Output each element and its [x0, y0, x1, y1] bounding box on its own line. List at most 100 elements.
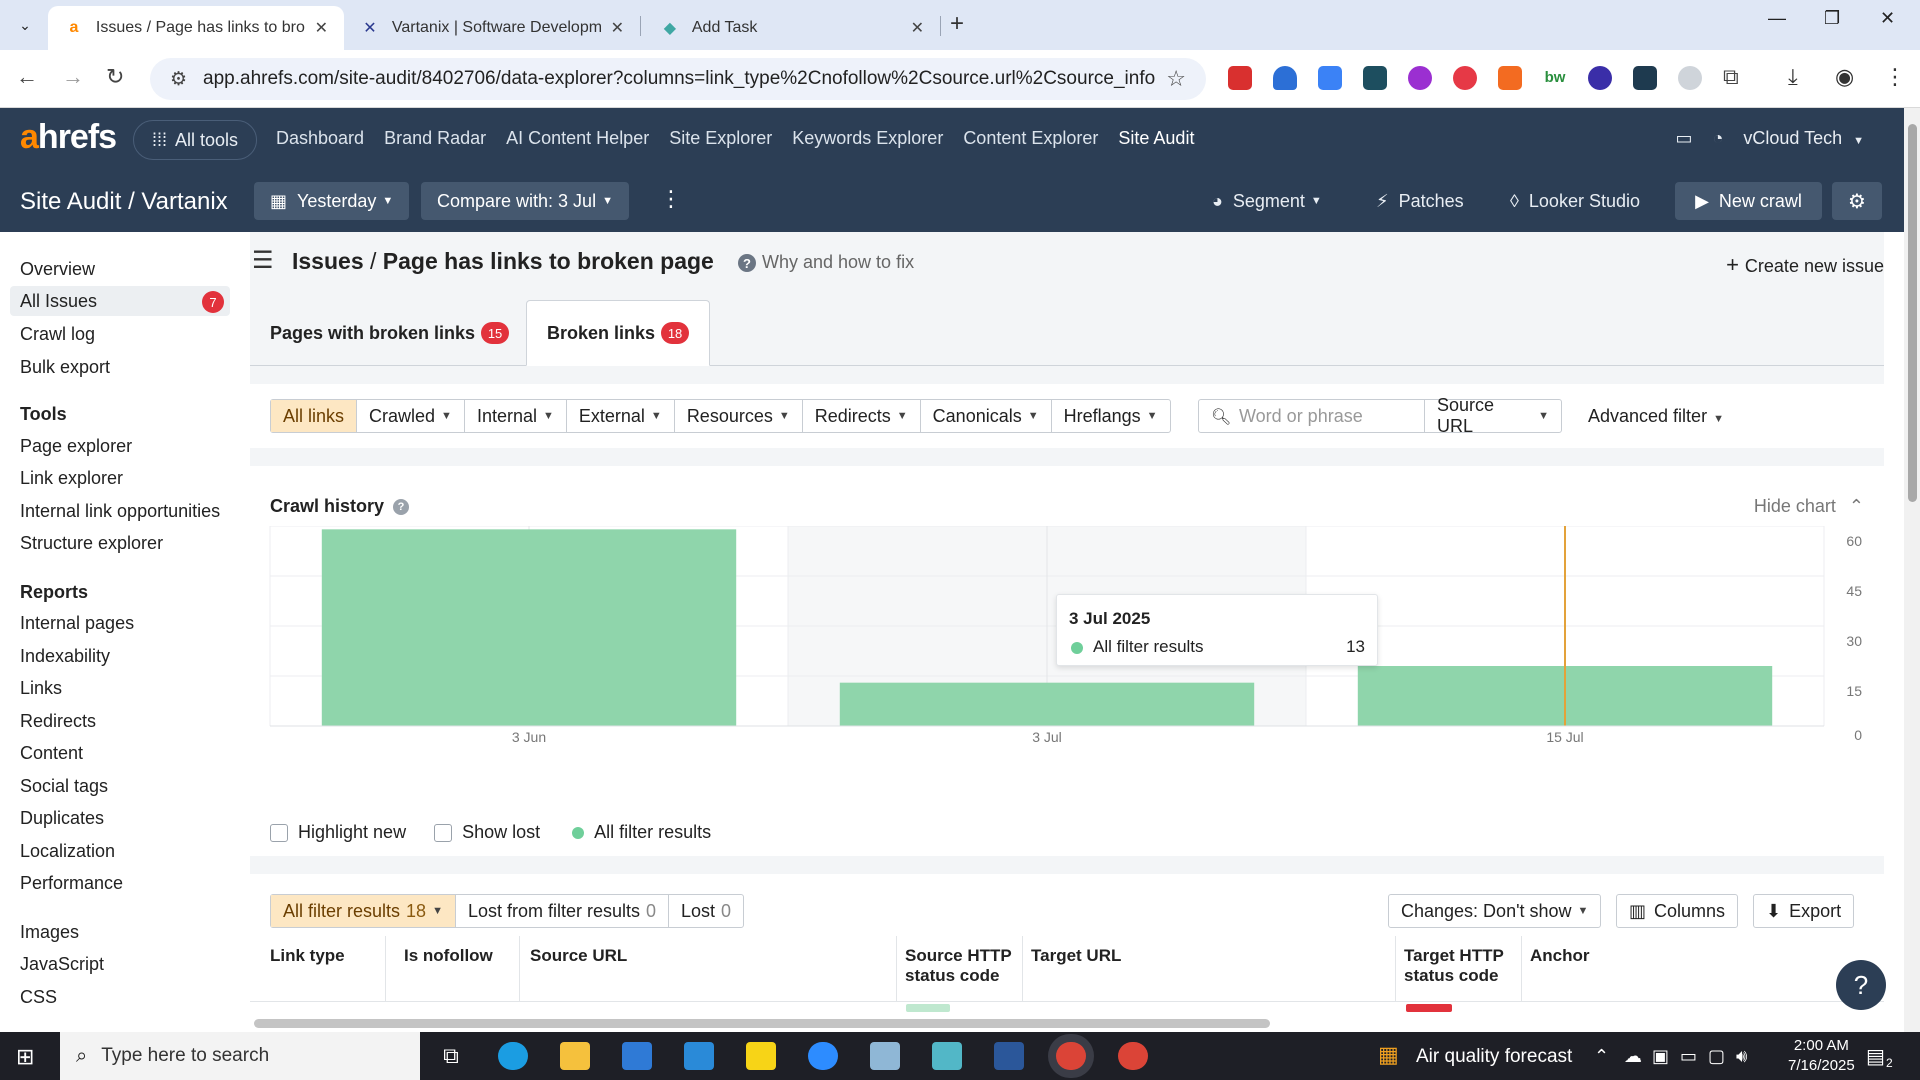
sidebar-item-css[interactable]: CSS [10, 982, 230, 1012]
compare-selector[interactable]: Compare with: 3 Jul ▼ [421, 182, 629, 220]
horizontal-scrollbar[interactable] [254, 1019, 1270, 1028]
sticky-notes-icon[interactable] [746, 1042, 776, 1070]
sidebar-item-internal-link-opportunities[interactable]: Internal link opportunities [10, 496, 230, 526]
extensions-puzzle-icon[interactable]: ⧉ [1723, 66, 1747, 90]
search-input[interactable] [1199, 400, 1425, 432]
color-extension-icon[interactable] [1408, 66, 1432, 90]
sidebar-item-bulk-export[interactable]: Bulk export [10, 352, 230, 382]
back-icon[interactable]: ← [16, 64, 38, 90]
help-chat-button[interactable]: ? [1836, 960, 1886, 1010]
react-extension-icon[interactable] [1633, 66, 1657, 90]
highlight-new-checkbox[interactable] [270, 823, 288, 842]
all-tools-button[interactable]: ⁞⁞⁞ All tools [133, 120, 257, 160]
filter-canonicals[interactable]: Canonicals ▼ [921, 400, 1052, 432]
chrome-icon[interactable] [1056, 1042, 1086, 1070]
security-icon[interactable]: ▣ [1652, 1046, 1669, 1067]
project-title[interactable]: Vartanix [141, 188, 227, 215]
nav-dashboard[interactable]: Dashboard [276, 128, 364, 149]
sidebar-item-duplicates[interactable]: Duplicates [10, 803, 230, 833]
store-icon[interactable] [622, 1042, 652, 1070]
col-link-type[interactable]: Link type [262, 936, 386, 1002]
create-new-issue-button[interactable]: + Create new issue [1726, 252, 1884, 278]
speedometer-icon[interactable]: ◔ [1712, 128, 1723, 149]
nav-site-audit[interactable]: Site Audit [1118, 128, 1194, 149]
sidebar-item-javascript[interactable]: JavaScript [10, 949, 230, 979]
col-source-url[interactable]: Source URL [522, 936, 897, 1002]
browser-tab-vartanix[interactable]: ✕ Vartanix | Software Developmen ✕ [344, 6, 640, 50]
advanced-filter-button[interactable]: Advanced filter ▼ [1588, 406, 1724, 427]
pokeball-extension-icon[interactable] [1453, 66, 1477, 90]
bw-extension-icon[interactable]: bw [1543, 66, 1567, 90]
sidebar-item-all-issues[interactable]: All Issues 7 [10, 286, 230, 316]
sidebar-item-indexability[interactable]: Indexability [10, 641, 230, 671]
hamburger-menu-icon[interactable]: ☰ [252, 246, 274, 275]
weather-icon[interactable]: ▦ [1378, 1042, 1399, 1068]
download-icon[interactable]: ⤓ [1788, 66, 1812, 90]
zoom-icon[interactable] [808, 1042, 838, 1070]
restore-icon[interactable]: ❐ [1824, 8, 1840, 29]
tab-lost-from-filter-results[interactable]: Lost from filter results 0 [456, 895, 670, 927]
tab-broken-links[interactable]: Broken links 18 [526, 300, 711, 366]
tray-chevron-up-icon[interactable]: ⌃ [1594, 1046, 1609, 1067]
reload-icon[interactable]: ↻ [106, 64, 124, 90]
notifications-extension-icon[interactable] [1588, 66, 1612, 90]
show-lost-checkbox[interactable] [434, 823, 453, 842]
word-icon[interactable] [994, 1042, 1024, 1070]
account-menu[interactable]: vCloud Tech ▼ [1743, 128, 1864, 149]
filter-hreflangs[interactable]: Hreflangs ▼ [1052, 400, 1170, 432]
sidebar-item-social-tags[interactable]: Social tags [10, 771, 230, 801]
close-icon[interactable]: ✕ [315, 18, 328, 38]
filter-internal[interactable]: Internal ▼ [465, 400, 567, 432]
close-icon[interactable]: ✕ [611, 18, 624, 38]
nav-site-explorer[interactable]: Site Explorer [669, 128, 772, 149]
url-text[interactable]: app.ahrefs.com/site-audit/8402706/data-e… [203, 68, 1156, 90]
new-tab-icon[interactable]: + [950, 10, 964, 38]
changes-dropdown[interactable]: Changes: Don't show ▼ [1388, 894, 1602, 928]
tab-lost[interactable]: Lost 0 [669, 895, 743, 927]
col-anchor[interactable]: Anchor [1522, 936, 1862, 1002]
filter-crawled[interactable]: Crawled ▼ [357, 400, 465, 432]
ahrefs-logo[interactable]: ahrefs [20, 118, 117, 157]
file-explorer-icon[interactable] [560, 1042, 590, 1070]
filter-resources[interactable]: Resources ▼ [675, 400, 803, 432]
docs-extension-icon[interactable] [1318, 66, 1342, 90]
compass-extension-icon[interactable] [1678, 66, 1702, 90]
mail-icon[interactable] [684, 1042, 714, 1070]
settings-gear-icon[interactable]: ⚙ [1832, 182, 1882, 220]
url-bar[interactable]: ⚙ app.ahrefs.com/site-audit/8402706/data… [150, 58, 1206, 100]
network-icon[interactable]: ▢ [1708, 1046, 1725, 1067]
minimize-icon[interactable]: — [1768, 8, 1786, 29]
sidebar-item-overview[interactable]: Overview [10, 254, 230, 284]
sidebar-item-redirects[interactable]: Redirects [10, 706, 230, 736]
tab-all-filter-results[interactable]: All filter results 18 ▼ [271, 895, 456, 927]
monitor-icon[interactable]: ▭ [1675, 128, 1692, 149]
window-close-icon[interactable]: ✕ [1880, 8, 1895, 29]
date-selector[interactable]: ▦ Yesterday ▼ [254, 182, 410, 220]
looker-studio-button[interactable]: ◊ Looker Studio [1510, 182, 1640, 220]
sidebar-item-links[interactable]: Links [10, 673, 230, 703]
sidebar-item-content[interactable]: Content [10, 738, 230, 768]
onedrive-icon[interactable]: ☁ [1624, 1046, 1642, 1067]
forward-icon[interactable]: → [62, 64, 84, 90]
tab-pages-with-broken-links[interactable]: Pages with broken links 15 [250, 300, 529, 366]
taskbar-search[interactable]: ⌕ Type here to search [60, 1032, 420, 1080]
battery-icon[interactable]: ▭ [1680, 1046, 1697, 1067]
windows-start-icon[interactable]: ⊞ [16, 1044, 34, 1070]
legend-series-label[interactable]: All filter results [594, 822, 711, 843]
section-title[interactable]: Site Audit [20, 188, 121, 215]
col-target-http-status[interactable]: Target HTTP status code [1396, 936, 1522, 1002]
sidebar-item-page-explorer[interactable]: Page explorer [10, 431, 230, 461]
filter-redirects[interactable]: Redirects ▼ [803, 400, 921, 432]
columns-button[interactable]: ▥ Columns [1616, 894, 1739, 928]
vpn-icon[interactable] [932, 1042, 962, 1070]
sidebar-item-internal-pages[interactable]: Internal pages [10, 608, 230, 638]
nav-ai-content-helper[interactable]: AI Content Helper [506, 128, 649, 149]
pdf-extension-icon[interactable] [1228, 66, 1252, 90]
sidebar-item-structure-explorer[interactable]: Structure explorer [10, 528, 230, 558]
sidebar-item-crawl-log[interactable]: Crawl log [10, 319, 230, 349]
nav-content-explorer[interactable]: Content Explorer [963, 128, 1098, 149]
volume-icon[interactable]: 🔊︎ [1736, 1046, 1747, 1067]
browser-tab-add-task[interactable]: ◆ Add Task ✕ [644, 6, 940, 50]
help-icon[interactable]: ? [393, 499, 410, 516]
notifications-icon[interactable]: ▤ [1866, 1044, 1885, 1069]
